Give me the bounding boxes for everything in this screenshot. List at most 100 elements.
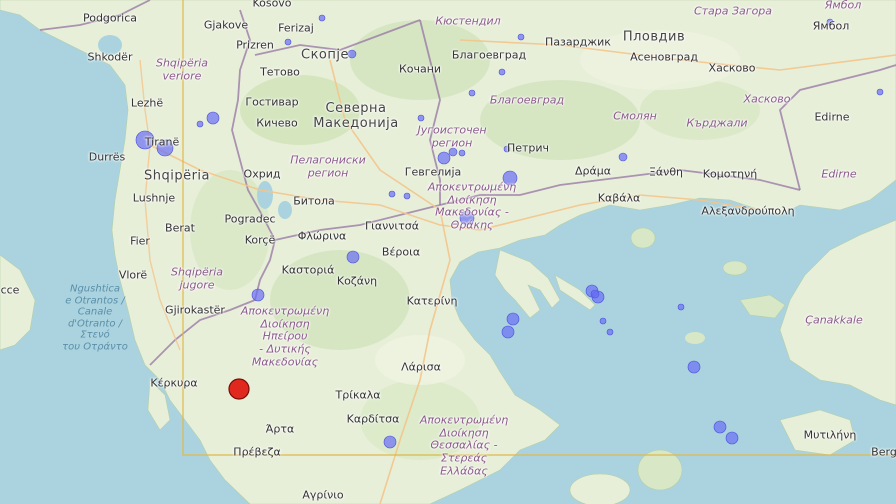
lake-ohrid — [257, 181, 273, 209]
earthquake-marker — [347, 49, 357, 59]
earthquake-marker — [284, 38, 292, 46]
earthquake-marker — [618, 152, 628, 162]
label-canakkale: Çanakkale — [805, 313, 863, 327]
earthquake-marker — [417, 114, 425, 122]
label-ohrid: Охрид — [243, 167, 281, 181]
label-preveza: Πρέβεζα — [233, 445, 281, 459]
earthquake-marker — [501, 325, 515, 339]
label-haskovo-region: Хасково — [743, 92, 791, 106]
label-komotini: Κομοτηνή — [702, 167, 758, 181]
label-arta: Άρτα — [265, 422, 295, 436]
lake-prespa — [278, 201, 292, 219]
label-veroia: Βέροια — [381, 245, 421, 259]
earthquake-marker — [506, 312, 520, 326]
earthquake-marker — [468, 89, 476, 97]
label-karditsa: Καρδίτσα — [346, 412, 400, 426]
label-tirane: Tiranë — [144, 135, 180, 149]
earthquake-marker — [876, 88, 884, 96]
label-vlore: Vlorë — [118, 268, 148, 282]
earthquake-marker — [458, 149, 466, 157]
label-berat: Berat — [165, 221, 195, 235]
label-lushnje: Lushnje — [132, 191, 176, 205]
island-samothrace — [722, 260, 748, 276]
label-kerkyra: Κέρκυρα — [150, 376, 198, 390]
label-korce: Korçë — [244, 233, 276, 247]
label-xanthi: Ξάνθη — [648, 165, 684, 179]
label-podgorica: Podgorica — [82, 11, 138, 25]
earthquake-marker — [318, 14, 326, 22]
label-edirne-city: Edirne — [814, 110, 850, 124]
earthquake-marker — [687, 360, 701, 374]
label-pazardzhik: Пазарджик — [545, 35, 611, 49]
label-aedm: Αποκεντρωμένη Διοίκηση Ηπείρου - Δυτικής… — [240, 304, 330, 368]
earthquake-marker — [437, 151, 451, 165]
label-yambol-city: Ямбол — [812, 19, 850, 33]
island-limnos — [739, 294, 786, 319]
land-chalkidiki — [494, 249, 561, 319]
earthquake-marker — [251, 288, 265, 302]
island-thasos — [630, 227, 656, 249]
earthquake-marker — [725, 431, 739, 445]
earthquake-marker — [498, 68, 506, 76]
label-larisa: Λάρισα — [401, 360, 441, 374]
label-mytilini: Μυτιλήνη — [803, 428, 857, 442]
label-kosovo: Kosovo — [252, 0, 292, 10]
label-kozani: Κοζάνη — [336, 274, 378, 288]
earthquake-marker — [383, 435, 397, 449]
label-blagoevgrad-city: Благоевград — [451, 48, 527, 62]
label-jugoistochen: Југоисточен регион — [417, 123, 487, 149]
earthquake-marker — [346, 250, 360, 264]
earthquake-marker — [196, 120, 204, 128]
label-bitola: Битола — [293, 194, 335, 208]
label-smolyan: Смолян — [613, 109, 657, 123]
label-pelagoniski: Пелагониски регион — [290, 153, 366, 179]
label-kardzhali: Кърджали — [686, 116, 748, 130]
label-plovdiv: Пловдив — [622, 29, 686, 45]
earthquake-marker — [677, 303, 685, 311]
label-berg: Berg — [871, 445, 896, 459]
label-kochani: Кочани — [398, 62, 442, 76]
label-shqiperia-jugore: Shqipëria jugore — [170, 265, 224, 291]
label-katerini: Κατερίνη — [406, 294, 458, 308]
land-turkey — [779, 219, 896, 406]
earthquake-marker — [517, 33, 525, 41]
label-shqiperia-veriore: Shqipëria veriore — [155, 56, 209, 82]
label-kavala: Καβάλα — [597, 191, 641, 205]
label-shkoder: Shkodër — [87, 50, 133, 64]
label-gevgelija: Гевгелија — [404, 165, 462, 179]
label-gjakove: Gjakove — [203, 18, 249, 32]
label-edirne-region: Edirne — [821, 167, 857, 181]
earthquake-marker — [403, 192, 411, 200]
label-severna-makedonija: Северна Македонија — [313, 101, 399, 131]
label-trikala: Τρίκαλα — [335, 388, 381, 402]
label-tetovo: Тетово — [260, 65, 300, 79]
label-haskovo-city: Хасково — [708, 61, 756, 75]
label-petrich: Петрич — [506, 141, 550, 155]
label-kastoria: Καστοριά — [281, 263, 335, 277]
label-alexandroupoli: Αλεξανδρούπολη — [701, 204, 795, 218]
earthquake-marker — [599, 317, 607, 325]
label-kicevo: Кичево — [256, 116, 298, 130]
label-gostivar: Гостивар — [245, 95, 299, 109]
land-italy-heel — [0, 254, 36, 351]
label-athes: Αποκεντρωμένη Διοίκηση Θεσσαλίας - Στερε… — [419, 413, 509, 477]
label-pogradec: Pogradec — [224, 212, 276, 226]
earthquake-marker — [388, 190, 396, 198]
map-view[interactable]: Podgorica Shkodër Shqipëria veriore Lezh… — [0, 0, 896, 504]
label-lezhe: Lezhë — [130, 96, 164, 110]
earthquake-marker — [206, 111, 220, 125]
label-blagoevgrad-region: Благоевград — [489, 93, 565, 107]
selected-earthquake-marker — [228, 378, 250, 400]
label-kyustendil: Кюстендил — [435, 14, 501, 28]
label-giannitsa: Γιαννιτσά — [365, 219, 419, 233]
label-ferizaj: Ferizaj — [278, 21, 314, 35]
label-amt: Αποκεντρωμένη Διοίκηση Μακεδονίας - Θράκ… — [427, 180, 517, 232]
label-yambol-region: Ямбол — [824, 0, 862, 12]
label-stara-zagora: Стара Загора — [693, 4, 773, 18]
label-agrinio: Αγρίνιο — [302, 488, 344, 502]
label-durres: Durrës — [88, 150, 126, 164]
label-otranto: Ngushtica e Otrantos / Canale d'Otranto … — [62, 283, 128, 353]
earthquake-marker — [606, 328, 614, 336]
label-asenovgrad: Асеновград — [630, 50, 698, 64]
label-fier: Fier — [130, 234, 150, 248]
